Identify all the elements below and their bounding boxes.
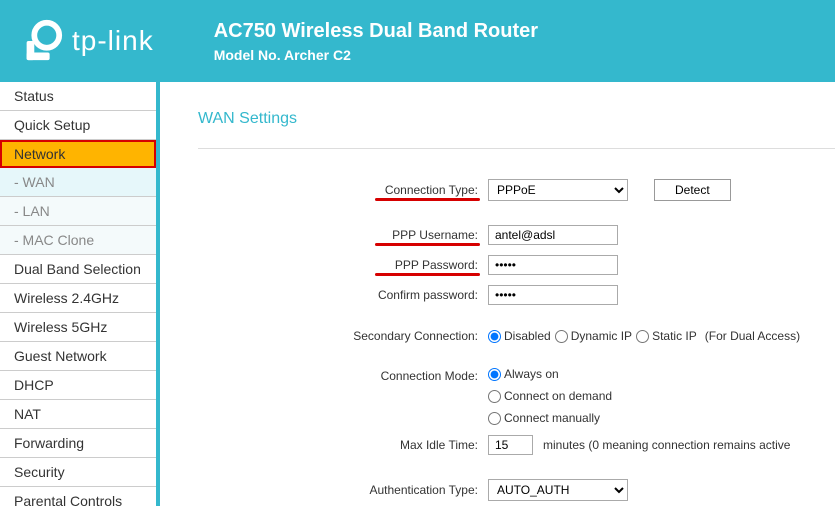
secondary-static-radio[interactable] <box>636 330 649 343</box>
secondary-static-option[interactable]: Static IP <box>636 329 697 343</box>
sidebar-item-wireless-2-4ghz[interactable]: Wireless 2.4GHz <box>0 284 156 313</box>
secondary-dynamic-option[interactable]: Dynamic IP <box>555 329 632 343</box>
sidebar-item-status[interactable]: Status <box>0 82 156 111</box>
auth-type-select[interactable]: AUTO_AUTH <box>488 479 628 501</box>
mode-always-on-radio[interactable] <box>488 368 501 381</box>
mode-manually-option[interactable]: Connect manually <box>488 411 600 425</box>
sidebar-item-nat[interactable]: NAT <box>0 400 156 429</box>
sidebar-item-mac-clone[interactable]: - MAC Clone <box>0 226 156 255</box>
mode-on-demand-radio[interactable] <box>488 390 501 403</box>
sidebar-item-wan[interactable]: - WAN <box>0 168 156 197</box>
sidebar-item-forwarding[interactable]: Forwarding <box>0 429 156 458</box>
confirm-password-label: Confirm password: <box>198 288 488 302</box>
max-idle-hint: minutes (0 meaning connection remains ac… <box>543 438 790 452</box>
tplink-logo-icon <box>18 18 64 64</box>
sidebar-item-lan[interactable]: - LAN <box>0 197 156 226</box>
secondary-connection-label: Secondary Connection: <box>198 329 488 343</box>
secondary-dynamic-radio[interactable] <box>555 330 568 343</box>
page-title: WAN Settings <box>198 110 835 128</box>
connection-mode-label: Connection Mode: <box>198 367 488 383</box>
secondary-hint: (For Dual Access) <box>705 329 800 343</box>
sidebar-item-wireless-5ghz[interactable]: Wireless 5GHz <box>0 313 156 342</box>
sidebar-item-dual-band-selection[interactable]: Dual Band Selection <box>0 255 156 284</box>
connection-type-label: Connection Type: <box>198 183 488 197</box>
product-title: AC750 Wireless Dual Band Router <box>214 20 538 43</box>
mode-always-on-option[interactable]: Always on <box>488 367 559 381</box>
detect-button[interactable]: Detect <box>654 179 731 201</box>
brand-text: tp-link <box>72 25 154 57</box>
sidebar-item-network[interactable]: Network <box>0 140 156 168</box>
ppp-username-label: PPP Username: <box>198 228 488 242</box>
mode-on-demand-option[interactable]: Connect on demand <box>488 389 612 403</box>
sidebar-item-parental-controls[interactable]: Parental Controls <box>0 487 156 506</box>
max-idle-label: Max Idle Time: <box>198 438 488 452</box>
divider <box>198 148 835 149</box>
ppp-password-input[interactable] <box>488 255 618 275</box>
connection-mode-group: Always on Connect on demand Connect manu… <box>488 367 614 425</box>
main-panel: WAN Settings Connection Type: PPPoE Dete… <box>160 82 835 506</box>
secondary-disabled-radio[interactable] <box>488 330 501 343</box>
mode-manually-radio[interactable] <box>488 412 501 425</box>
ppp-username-input[interactable] <box>488 225 618 245</box>
sidebar-item-quick-setup[interactable]: Quick Setup <box>0 111 156 140</box>
sidebar-item-dhcp[interactable]: DHCP <box>0 371 156 400</box>
connection-type-select[interactable]: PPPoE <box>488 179 628 201</box>
product-model: Model No. Archer C2 <box>214 47 538 63</box>
sidebar[interactable]: StatusQuick SetupNetwork- WAN- LAN- MAC … <box>0 82 160 506</box>
sidebar-item-guest-network[interactable]: Guest Network <box>0 342 156 371</box>
max-idle-input[interactable] <box>488 435 533 455</box>
sidebar-item-security[interactable]: Security <box>0 458 156 487</box>
brand-logo: tp-link <box>18 18 154 64</box>
header: tp-link AC750 Wireless Dual Band Router … <box>0 0 835 82</box>
secondary-connection-group: Disabled Dynamic IP Static IP (For Dual … <box>488 329 800 343</box>
confirm-password-input[interactable] <box>488 285 618 305</box>
secondary-disabled-option[interactable]: Disabled <box>488 329 551 343</box>
ppp-password-label: PPP Password: <box>198 258 488 272</box>
header-titles: AC750 Wireless Dual Band Router Model No… <box>214 20 538 63</box>
auth-type-label: Authentication Type: <box>198 483 488 497</box>
